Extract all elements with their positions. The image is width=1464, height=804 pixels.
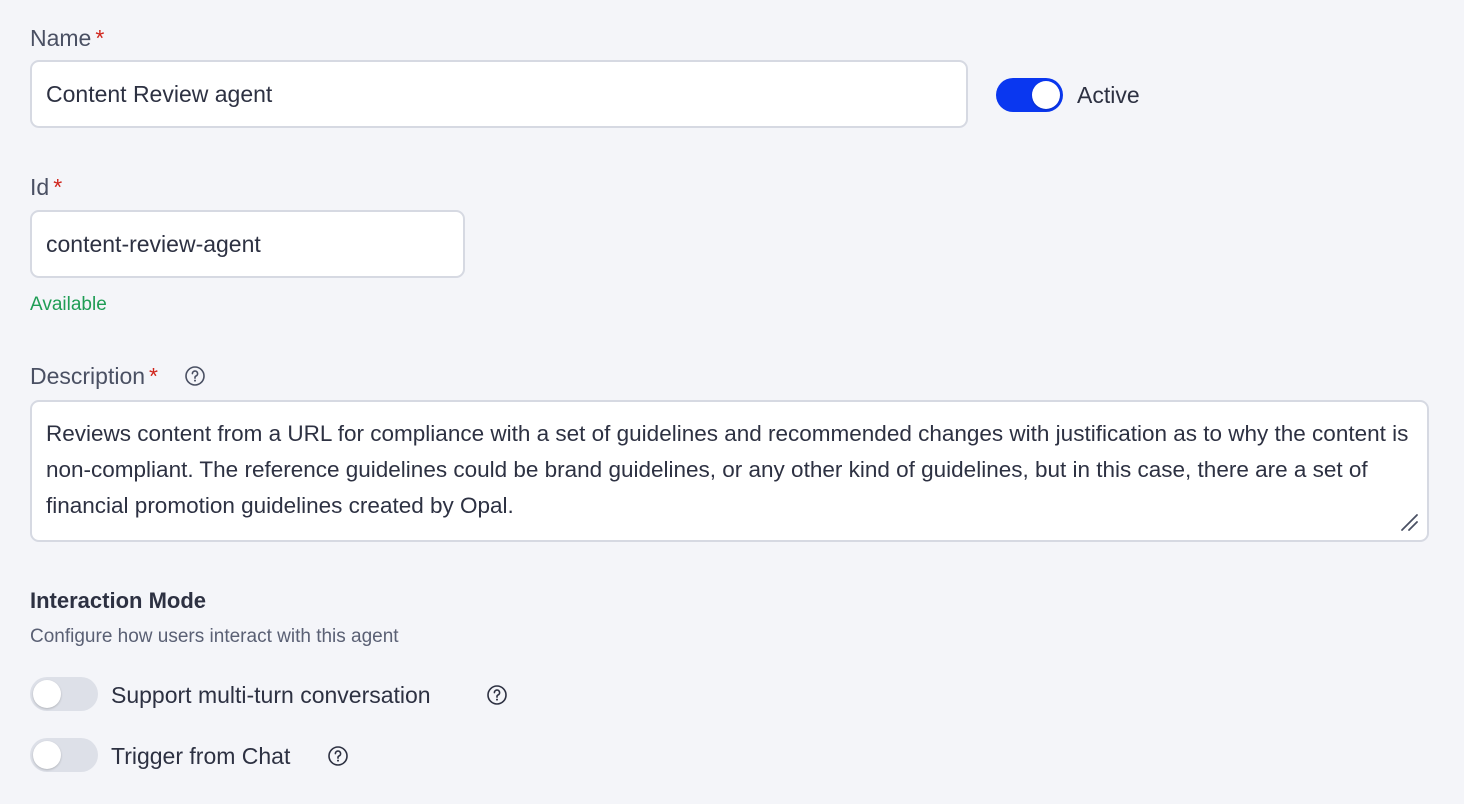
question-circle-icon[interactable] [486, 684, 508, 706]
multi-turn-toggle-label: Support multi-turn conversation [111, 682, 431, 708]
name-label-text: Name [30, 25, 92, 51]
trigger-from-chat-toggle-label: Trigger from Chat [111, 743, 291, 769]
toggle-knob [33, 680, 61, 708]
name-input[interactable]: Content Review agent [30, 60, 968, 128]
trigger-from-chat-toggle[interactable] [30, 738, 98, 772]
required-asterisk: * [53, 174, 63, 200]
multi-turn-toggle[interactable] [30, 677, 98, 711]
name-input-value: Content Review agent [46, 80, 273, 107]
resize-handle-icon[interactable] [1399, 512, 1419, 532]
description-label-text: Description [30, 363, 146, 389]
agent-settings-form: Name * Content Review agent Active Id * … [0, 0, 1464, 804]
name-label: Name * [30, 27, 104, 50]
question-circle-icon[interactable] [184, 365, 206, 387]
interaction-mode-subtitle: Configure how users interact with this a… [30, 626, 399, 647]
active-toggle-label: Active [1077, 82, 1140, 108]
required-asterisk: * [149, 363, 158, 389]
id-input-value: content-review-agent [46, 230, 261, 257]
description-label: Description * [30, 365, 158, 388]
description-text: Reviews content from a URL for complianc… [46, 421, 1409, 518]
id-label: Id * [30, 176, 62, 199]
required-asterisk: * [95, 25, 105, 51]
toggle-knob [1032, 81, 1060, 109]
id-availability-status: Available [30, 294, 107, 315]
question-circle-icon[interactable] [327, 745, 349, 767]
toggle-knob [33, 741, 61, 769]
active-toggle[interactable] [996, 78, 1063, 112]
interaction-mode-title: Interaction Mode [30, 588, 207, 613]
id-input[interactable]: content-review-agent [30, 210, 465, 278]
id-label-text: Id [30, 174, 50, 200]
description-textarea[interactable]: Reviews content from a URL for complianc… [30, 400, 1429, 542]
